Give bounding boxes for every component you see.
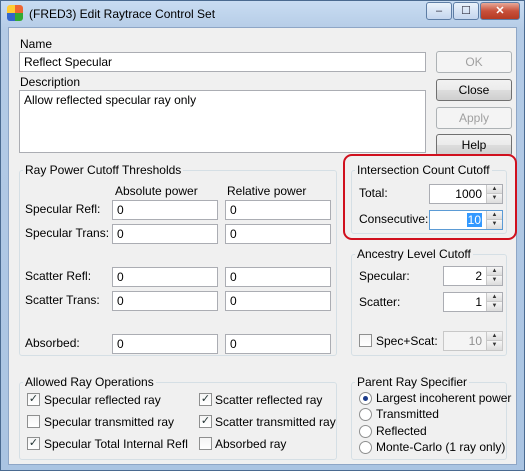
app-icon xyxy=(7,5,23,21)
ok-button[interactable]: OK xyxy=(436,51,512,73)
specular-trans-absolute-input[interactable]: 0 xyxy=(112,224,218,244)
op-scatter-reflected-checkbox[interactable]: ✓ xyxy=(199,393,212,406)
parent-transmitted-label: Transmitted xyxy=(376,407,439,421)
specular-refl-absolute-input[interactable]: 0 xyxy=(112,200,218,220)
op-specular-transmitted-label: Specular transmitted ray xyxy=(44,415,175,429)
op-specular-tir-label: Specular Total Internal Refl xyxy=(44,437,188,451)
parent-title: Parent Ray Specifier xyxy=(355,375,470,389)
spec-scat-stepper[interactable]: 10 ▲ ▼ xyxy=(443,331,503,351)
dialog-window: (FRED3) Edit Raytrace Control Set – ☐ ✕ … xyxy=(0,0,525,471)
specular-refl-label: Specular Refl: xyxy=(25,202,101,216)
spec-scat-checkbox[interactable] xyxy=(359,334,372,347)
parent-reflected-label: Reflected xyxy=(376,424,427,438)
op-absorbed-checkbox[interactable] xyxy=(199,437,212,450)
close-window-button[interactable]: ✕ xyxy=(480,2,520,20)
specular-level-label: Specular: xyxy=(359,269,410,283)
name-field[interactable]: Reflect Specular xyxy=(19,52,426,72)
parent-reflected-radio[interactable] xyxy=(359,425,372,438)
scatter-level-value: 1 xyxy=(475,295,482,309)
specular-refl-relative-input[interactable]: 0 xyxy=(225,200,331,220)
minimize-button[interactable]: – xyxy=(426,2,452,20)
scatter-refl-label: Scatter Refl: xyxy=(25,269,92,283)
specular-trans-label: Specular Trans: xyxy=(25,226,110,240)
specular-trans-relative-input[interactable]: 0 xyxy=(225,224,331,244)
op-specular-tir-checkbox[interactable]: ✓ xyxy=(27,437,40,450)
scatter-level-label: Scatter: xyxy=(359,295,401,309)
description-field[interactable]: Allow reflected specular ray only xyxy=(19,90,426,153)
scatter-trans-label: Scatter Trans: xyxy=(25,293,100,307)
absolute-power-header: Absolute power xyxy=(115,184,198,198)
absorbed-absolute-input[interactable]: 0 xyxy=(112,334,218,354)
specular-up-arrow-icon[interactable]: ▲ xyxy=(486,267,502,276)
scatter-trans-relative-input[interactable]: 0 xyxy=(225,291,331,311)
check-icon: ✓ xyxy=(28,437,39,449)
check-icon: ✓ xyxy=(200,393,211,405)
op-absorbed-label: Absorbed ray xyxy=(215,437,287,451)
scatter-down-arrow-icon[interactable]: ▼ xyxy=(486,302,502,311)
op-scatter-transmitted-label: Scatter transmitted ray xyxy=(215,415,336,429)
absorbed-label: Absorbed: xyxy=(25,336,80,350)
parent-largest-label: Largest incoherent power xyxy=(376,391,512,405)
help-button[interactable]: Help xyxy=(436,134,512,156)
relative-power-header: Relative power xyxy=(227,184,307,198)
description-label: Description xyxy=(20,75,81,89)
specular-down-arrow-icon[interactable]: ▼ xyxy=(486,276,502,285)
window-title: (FRED3) Edit Raytrace Control Set xyxy=(29,7,216,21)
operations-title: Allowed Ray Operations xyxy=(23,375,156,389)
maximize-button[interactable]: ☐ xyxy=(453,2,479,20)
scatter-refl-relative-input[interactable]: 0 xyxy=(225,267,331,287)
ancestry-title: Ancestry Level Cutoff xyxy=(355,247,473,261)
specular-level-value: 2 xyxy=(475,269,482,283)
apply-button[interactable]: Apply xyxy=(436,107,512,129)
red-highlight-annotation xyxy=(343,154,517,240)
op-specular-reflected-label: Specular reflected ray xyxy=(44,393,161,407)
name-label: Name xyxy=(20,37,53,51)
spec-scat-up-arrow-icon[interactable]: ▲ xyxy=(486,332,502,341)
specular-level-stepper[interactable]: 2 ▲ ▼ xyxy=(443,266,503,286)
scatter-trans-absolute-input[interactable]: 0 xyxy=(112,291,218,311)
op-scatter-reflected-label: Scatter reflected ray xyxy=(215,393,323,407)
parent-transmitted-radio[interactable] xyxy=(359,408,372,421)
op-specular-transmitted-checkbox[interactable] xyxy=(27,415,40,428)
check-icon: ✓ xyxy=(200,415,211,427)
op-specular-reflected-checkbox[interactable]: ✓ xyxy=(27,393,40,406)
spec-scat-label: Spec+Scat: xyxy=(376,334,438,348)
parent-largest-radio[interactable] xyxy=(359,392,372,405)
op-scatter-transmitted-checkbox[interactable]: ✓ xyxy=(199,415,212,428)
dialog-client: Name Reflect Specular Description Allow … xyxy=(8,27,517,465)
scatter-refl-absolute-input[interactable]: 0 xyxy=(112,267,218,287)
spec-scat-down-arrow-icon[interactable]: ▼ xyxy=(486,341,502,350)
title-bar[interactable]: (FRED3) Edit Raytrace Control Set – ☐ ✕ xyxy=(1,1,524,27)
check-icon: ✓ xyxy=(28,393,39,405)
absorbed-relative-input[interactable]: 0 xyxy=(225,334,331,354)
spec-scat-value: 10 xyxy=(468,334,482,348)
parent-montecarlo-label: Monte-Carlo (1 ray only) xyxy=(376,440,506,454)
scatter-up-arrow-icon[interactable]: ▲ xyxy=(486,293,502,302)
power-cutoff-title: Ray Power Cutoff Thresholds xyxy=(23,163,184,177)
parent-montecarlo-radio[interactable] xyxy=(359,441,372,454)
close-button[interactable]: Close xyxy=(436,79,512,101)
scatter-level-stepper[interactable]: 1 ▲ ▼ xyxy=(443,292,503,312)
